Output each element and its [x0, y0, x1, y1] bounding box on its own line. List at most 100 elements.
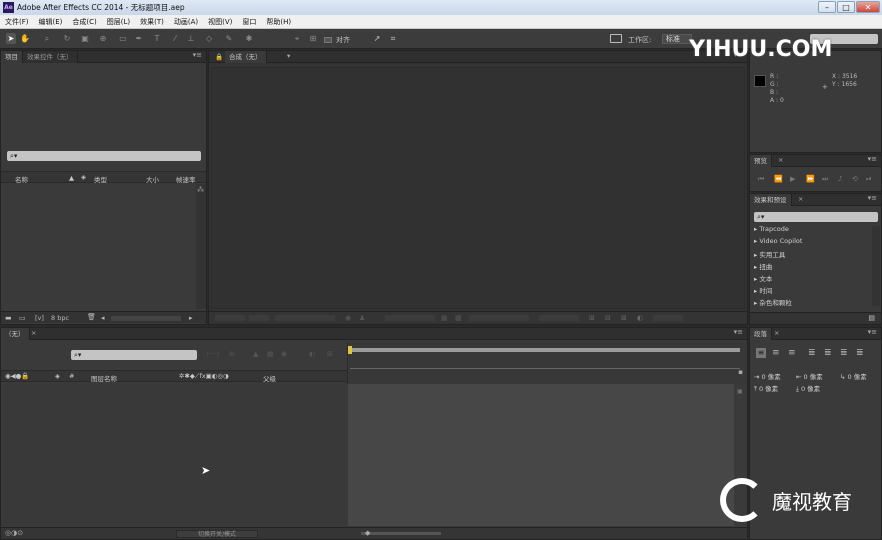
zoom-tool-icon[interactable]: ⌕	[42, 33, 52, 44]
justify-last-left-icon[interactable]: ≣	[808, 348, 816, 358]
project-scrollbar[interactable]: ⁂	[196, 184, 206, 309]
new-preset-icon[interactable]: ▤	[868, 314, 875, 322]
effect-category-video-copilot[interactable]: ▸ Video Copilot	[754, 237, 802, 245]
snapshot-icon[interactable]: ◉	[345, 314, 351, 322]
tab-preview[interactable]: 预览	[750, 154, 772, 167]
region-of-interest-icon[interactable]: ▦	[441, 314, 448, 322]
loop-icon[interactable]: ⟲	[852, 175, 858, 183]
camera-tool-icon[interactable]: ▣	[80, 33, 90, 44]
effects-search-input[interactable]: ⌕▾	[754, 212, 878, 222]
composition-viewer[interactable]	[211, 67, 745, 309]
close-timeline-tab-icon[interactable]: ×	[31, 329, 36, 337]
tab-composition[interactable]: 合成（无）	[225, 50, 267, 63]
panel-menu-icon[interactable]: ▾≡	[193, 51, 202, 59]
snap-checkbox[interactable]	[324, 37, 332, 43]
comp-mini-flowchart-icon[interactable]: ⊢⊣	[207, 350, 219, 358]
timecode-display[interactable]	[275, 315, 335, 321]
comp-dropdown-icon[interactable]: ▾	[287, 52, 290, 60]
eraser-tool-icon[interactable]: ◇	[204, 33, 214, 44]
puppet-tool-icon[interactable]: ✱	[244, 33, 254, 44]
frame-blending-icon[interactable]: ▦	[267, 350, 274, 358]
preview-panel-menu-icon[interactable]: ▾≡	[868, 155, 877, 163]
bit-depth-button[interactable]: 8 bpc	[51, 314, 69, 322]
grid-options-icon[interactable]	[249, 315, 269, 321]
next-frame-icon[interactable]: ⏩	[806, 175, 815, 183]
column-type[interactable]: 类型	[94, 174, 107, 184]
project-search-input[interactable]: ⌕▾	[7, 151, 201, 161]
column-name[interactable]: 名称	[15, 174, 28, 184]
selection-tool-icon[interactable]: ➤	[6, 33, 16, 44]
layer-list-area[interactable]: ➤	[1, 384, 347, 526]
scroll-right-icon[interactable]: ▸	[189, 314, 193, 322]
label-column-icon[interactable]: ◈	[55, 372, 60, 380]
column-layer-name[interactable]: 图层名称	[91, 373, 117, 383]
magnification-dropdown[interactable]	[215, 315, 245, 321]
new-comp-icon[interactable]: [v]	[35, 314, 44, 322]
show-snapshot-icon[interactable]: ♟	[359, 314, 365, 322]
roto-brush-tool-icon[interactable]: ✎	[224, 33, 234, 44]
effect-category-trapcode[interactable]: ▸ Trapcode	[754, 225, 789, 233]
close-effects-tab-icon[interactable]: ×	[798, 195, 803, 203]
av-features-icons[interactable]: ◉◀●🔒	[5, 372, 29, 380]
exposure-value[interactable]	[653, 315, 683, 321]
tab-effect-controls[interactable]: 效果控件（无）	[23, 50, 78, 63]
rotate-tool-icon[interactable]: ↻	[62, 33, 72, 44]
motion-blur-icon[interactable]: ◉	[281, 350, 287, 358]
timeline-zoom-icon[interactable]: ▣	[737, 388, 743, 395]
camera-view-dropdown[interactable]	[469, 315, 529, 321]
tab-timeline[interactable]: （无）	[1, 327, 30, 340]
menu-file[interactable]: 文件(F)	[0, 17, 34, 27]
graph-editor-icon[interactable]: ◐	[309, 350, 315, 358]
axis-mode-icon[interactable]: ⌖	[292, 33, 302, 44]
prev-frame-icon[interactable]: ⏪	[774, 175, 783, 183]
type-tool-icon[interactable]: T	[152, 33, 162, 44]
menu-edit[interactable]: 编辑(E)	[34, 17, 68, 27]
column-parent[interactable]: 父级	[263, 373, 276, 383]
align-center-icon[interactable]: ≡	[772, 348, 780, 358]
effect-category-text[interactable]: ▸ 文本	[754, 273, 772, 283]
maximize-button[interactable]: □	[837, 1, 855, 13]
draft-3d-icon[interactable]: ⊛	[229, 350, 235, 358]
effect-category-utility[interactable]: ▸ 实用工具	[754, 249, 785, 259]
ram-preview-icon[interactable]: ⏯	[866, 175, 872, 184]
world-axis-icon[interactable]: ⊞	[308, 33, 318, 44]
paragraph-panel-menu-icon[interactable]: ▾≡	[868, 328, 877, 336]
timeline-icon[interactable]: ⊟	[605, 314, 611, 322]
close-tab-icon[interactable]: ×	[778, 156, 783, 164]
audio-icon[interactable]: ♪	[838, 175, 842, 183]
switches-column-icons[interactable]: ✲✱◆⟋fx▣◐◎◑	[179, 372, 229, 381]
close-button[interactable]: ✕	[856, 1, 880, 13]
time-ruler[interactable]: ▪	[347, 342, 747, 384]
minimize-button[interactable]: –	[818, 1, 836, 13]
trash-icon[interactable]: 🗑	[87, 313, 96, 321]
align-right-icon[interactable]: ≡	[788, 348, 796, 358]
current-time-indicator[interactable]	[348, 346, 352, 354]
fast-preview-icon[interactable]: ⊞	[589, 314, 595, 322]
sort-up-icon[interactable]: ▲	[69, 174, 74, 182]
brainstorm-icon[interactable]: ⊞	[327, 350, 333, 358]
hand-tool-icon[interactable]: ✋	[20, 33, 30, 44]
new-folder-icon[interactable]: ▭	[19, 314, 26, 322]
play-icon[interactable]: ▶	[790, 175, 795, 183]
snap-grid-icon[interactable]: ⌗	[388, 33, 398, 44]
effects-scrollbar[interactable]	[872, 226, 880, 306]
scroll-left-icon[interactable]: ◂	[101, 314, 105, 322]
label-tag-icon[interactable]: ◈	[81, 173, 86, 181]
clone-stamp-tool-icon[interactable]: ⊥	[186, 33, 196, 44]
reset-exposure-icon[interactable]: ◐	[637, 314, 643, 322]
space-before-field[interactable]: ⤒ 0 像素	[754, 383, 778, 394]
comp-button-icon[interactable]: ▪	[738, 368, 743, 376]
brush-tool-icon[interactable]: ⁄	[170, 33, 180, 44]
tab-effects-presets[interactable]: 效果和预设	[750, 193, 792, 206]
menu-help[interactable]: 帮助(H)	[261, 17, 296, 27]
menu-view[interactable]: 视图(V)	[203, 17, 237, 27]
menu-composition[interactable]: 合成(C)	[67, 17, 101, 27]
resolution-dropdown[interactable]	[385, 315, 435, 321]
timeline-search-input[interactable]: ⌕▾	[71, 350, 197, 360]
first-line-indent-field[interactable]: ↳ 0 像素	[840, 371, 867, 381]
pen-tool-icon[interactable]: ✒	[134, 33, 144, 44]
hide-shy-layers-icon[interactable]: ▲	[253, 350, 258, 358]
menu-animation[interactable]: 动画(A)	[169, 17, 203, 27]
timeline-graph-area[interactable]	[348, 384, 734, 526]
comp-flowchart-icon[interactable]: ⊠	[621, 314, 627, 322]
